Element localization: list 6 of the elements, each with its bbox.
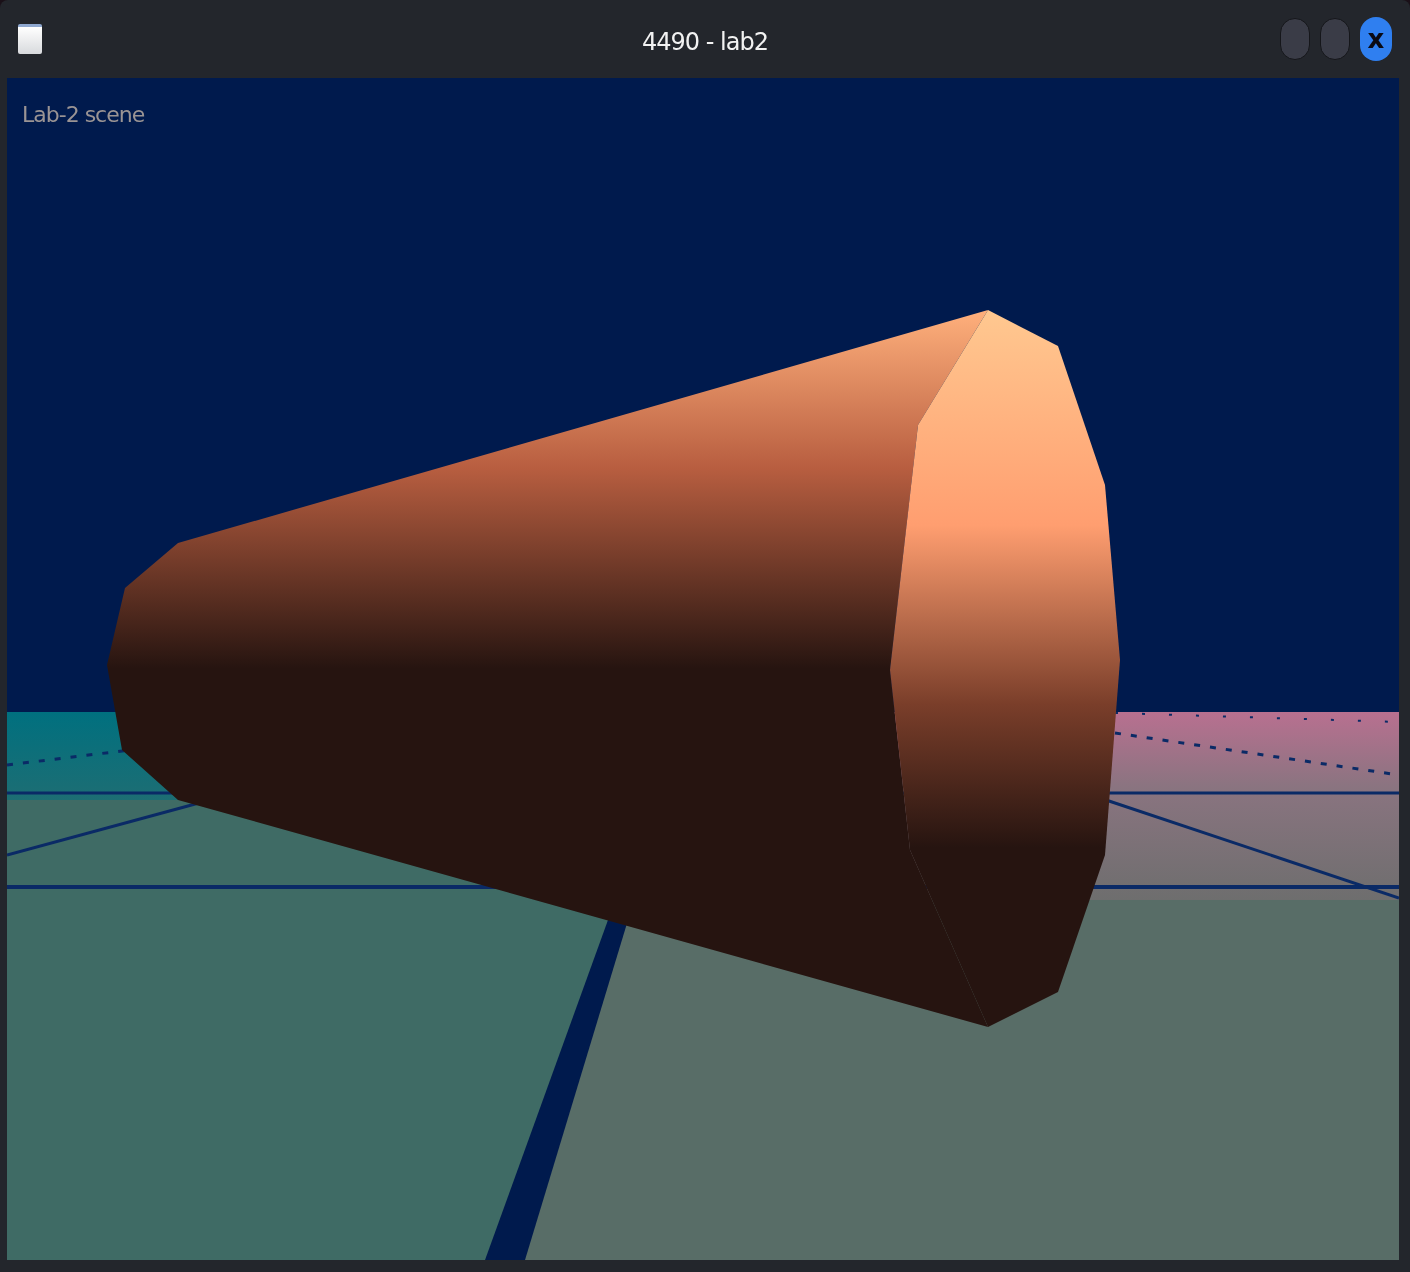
scene-label: Lab-2 scene <box>22 101 145 129</box>
window-title: 4490 - lab2 <box>642 27 768 58</box>
close-button[interactable]: x <box>1360 17 1392 61</box>
maximize-button[interactable] <box>1320 18 1350 60</box>
window-icon <box>18 24 42 54</box>
minimize-button[interactable] <box>1280 18 1310 60</box>
